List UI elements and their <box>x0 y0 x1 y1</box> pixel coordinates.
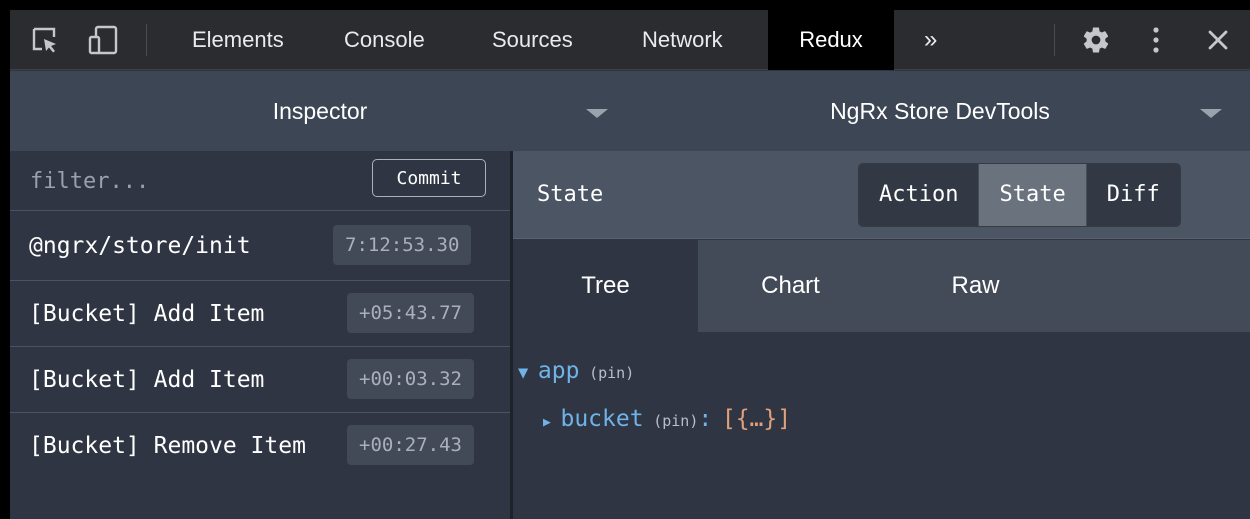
more-vertical-icon[interactable] <box>1138 10 1174 70</box>
monitor-title: State <box>537 182 604 207</box>
filter-row: Commit <box>10 151 510 211</box>
action-item[interactable]: [Bucket] Add Item +00:03.32 <box>10 347 510 413</box>
tree-value: [{…}] <box>721 406 792 432</box>
tab-sources[interactable]: Sources <box>470 10 595 70</box>
devtools-instance-dropdown[interactable]: NgRx Store DevTools <box>630 71 1250 151</box>
filter-input[interactable] <box>30 165 360 197</box>
close-icon[interactable] <box>1198 10 1238 70</box>
action-item[interactable]: @ngrx/store/init 7:12:53.30 <box>10 211 510 281</box>
action-name: [Bucket] Add Item <box>29 301 265 327</box>
pin-link[interactable]: (pin) <box>653 412 698 430</box>
tab-elements[interactable]: Elements <box>170 10 306 70</box>
tree-node-app[interactable]: ▼ app (pin) <box>518 358 634 384</box>
toolbar-separator <box>1054 24 1055 56</box>
devtools-toolbar: Elements Console Sources Network Redux » <box>10 10 1250 70</box>
toolbar-separator <box>146 24 147 56</box>
tab-chart[interactable]: Chart <box>698 240 883 332</box>
collapse-arrow-icon[interactable]: ▶ <box>543 415 551 430</box>
tab-overflow-button[interactable]: » <box>902 10 959 70</box>
tree-key: bucket <box>560 406 644 432</box>
tab-network[interactable]: Network <box>620 10 745 70</box>
tree-colon: : <box>698 406 713 432</box>
tab-action[interactable]: Action <box>859 164 980 226</box>
tree-node-bucket[interactable]: ▶ bucket (pin): [{…}] <box>543 406 791 432</box>
action-list-panel: Commit @ngrx/store/init 7:12:53.30 [Buck… <box>10 151 510 519</box>
action-item[interactable]: [Bucket] Remove Item +00:27.43 <box>10 413 510 519</box>
tree-key: app <box>537 358 580 384</box>
commit-button[interactable]: Commit <box>372 159 486 197</box>
action-time-badge: 7:12:53.30 <box>333 225 472 265</box>
settings-gear-icon[interactable] <box>1076 10 1116 70</box>
expand-arrow-icon[interactable]: ▼ <box>518 363 528 383</box>
monitor-selector-bar: Inspector NgRx Store DevTools <box>10 71 1250 151</box>
view-tabs: Tree Chart Raw <box>513 240 1250 332</box>
monitor-header: State Action State Diff <box>513 151 1250 239</box>
tab-redux[interactable]: Redux <box>768 10 894 70</box>
state-tree: ▼ app (pin) ▶ bucket (pin): [{…}] <box>513 332 1250 519</box>
inspector-dropdown[interactable]: Inspector <box>10 71 630 151</box>
tab-console[interactable]: Console <box>322 10 447 70</box>
action-item[interactable]: [Bucket] Add Item +05:43.77 <box>10 281 510 347</box>
pin-link[interactable]: (pin) <box>589 364 634 382</box>
devtools-window: Elements Console Sources Network Redux »… <box>10 10 1250 519</box>
action-name: [Bucket] Add Item <box>29 367 265 393</box>
action-name: [Bucket] Remove Item <box>29 433 306 459</box>
chevron-down-icon[interactable] <box>586 109 608 118</box>
device-toggle-icon[interactable] <box>82 10 124 70</box>
action-time-badge: +05:43.77 <box>347 293 474 333</box>
inspect-element-icon[interactable] <box>24 10 66 70</box>
action-name: @ngrx/store/init <box>29 233 251 259</box>
action-time-badge: +00:27.43 <box>347 425 474 465</box>
tab-tree[interactable]: Tree <box>513 240 698 332</box>
tab-raw[interactable]: Raw <box>883 240 1068 332</box>
tab-diff[interactable]: Diff <box>1086 164 1180 226</box>
chevron-down-icon[interactable] <box>1200 109 1222 118</box>
view-mode-switch: Action State Diff <box>858 163 1181 227</box>
tab-state[interactable]: State <box>979 164 1087 226</box>
action-time-badge: +00:03.32 <box>347 359 474 399</box>
